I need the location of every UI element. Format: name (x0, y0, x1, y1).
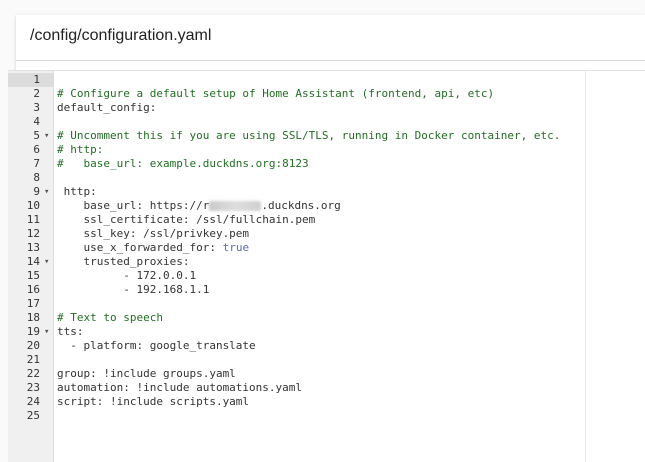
code-token: # Configure a default setup of Home Assi… (57, 87, 495, 100)
fold-toggle-icon[interactable]: ▾ (44, 255, 54, 269)
line-number: 15 (26, 269, 40, 282)
code-token: http: (57, 185, 97, 198)
code-line[interactable]: 18 # Text to speech (8, 311, 645, 325)
code-text: # http: (57, 143, 103, 157)
code-token: - 192.168.1.1 (57, 283, 210, 296)
code-token: # Text to speech (57, 311, 163, 324)
line-number: 17 (26, 297, 40, 310)
code-line[interactable]: 21 (8, 353, 645, 367)
code-line[interactable]: 1 (8, 73, 645, 87)
code-line[interactable]: 25 (8, 409, 645, 423)
line-number: 13 (26, 241, 40, 254)
fold-toggle-icon[interactable]: ▾ (44, 129, 54, 143)
line-number: 1 (33, 73, 40, 86)
line-number: 19 (26, 325, 40, 338)
code-text: - platform: google_translate (57, 339, 256, 353)
code-text: base_url: https://r .duckdns.org (57, 199, 341, 213)
code-token: tts: (57, 325, 84, 338)
code-token: - 172.0.0.1 (57, 269, 197, 282)
code-token: .duckdns.org (261, 199, 341, 212)
code-token: base_url: https://r (57, 199, 210, 212)
code-line[interactable]: 10 base_url: https://r .duckdns.org (8, 199, 645, 213)
line-number: 16 (26, 283, 40, 296)
code-token: # base_url: example.duckdns.org:8123 (57, 157, 309, 170)
line-number: 10 (26, 199, 40, 212)
code-line[interactable]: 11 ssl_certificate: /ssl/fullchain.pem (8, 213, 645, 227)
code-text: - 192.168.1.1 (57, 283, 209, 297)
code-text: ssl_certificate: /ssl/fullchain.pem (57, 213, 315, 227)
code-line[interactable]: 12 ssl_key: /ssl/privkey.pem (8, 227, 645, 241)
code-text: # Configure a default setup of Home Assi… (57, 87, 494, 101)
code-line[interactable]: 6 # http: (8, 143, 645, 157)
code-token: ssl_key: /ssl/privkey.pem (57, 227, 250, 240)
code-token: use_x_forwarded_for: (57, 241, 223, 254)
line-number: 25 (26, 409, 40, 422)
code-token: automation: !include automations.yaml (57, 381, 303, 394)
line-number: 21 (26, 353, 40, 366)
line-number: 11 (26, 213, 40, 226)
code-line[interactable]: 23 automation: !include automations.yaml (8, 381, 645, 395)
code-line[interactable]: 20 - platform: google_translate (8, 339, 645, 353)
line-number: 5 (33, 129, 40, 142)
line-number: 8 (33, 171, 40, 184)
code-line[interactable]: 22 group: !include groups.yaml (8, 367, 645, 381)
code-token: # Uncomment this if you are using SSL/TL… (57, 129, 561, 142)
fold-toggle-icon[interactable]: ▾ (44, 185, 54, 199)
code-line[interactable]: 3 default_config: (8, 101, 645, 115)
code-line[interactable]: 19 ▾ tts: (8, 325, 645, 339)
file-path-title: /config/configuration.yaml (30, 27, 212, 44)
code-text: use_x_forwarded_for: true (57, 241, 249, 255)
line-number: 14 (26, 255, 40, 268)
line-number: 4 (33, 115, 40, 128)
line-number: 9 (33, 185, 40, 198)
line-number: 23 (26, 381, 40, 394)
code-line[interactable]: 14 ▾ trusted_proxies: (8, 255, 645, 269)
code-token: default_config: (57, 101, 157, 114)
code-line[interactable]: 15 - 172.0.0.1 (8, 269, 645, 283)
editor-header: /config/configuration.yaml (16, 15, 645, 61)
code-line[interactable]: 24 script: !include scripts.yaml (8, 395, 645, 409)
code-text: ssl_key: /ssl/privkey.pem (57, 227, 249, 241)
code-token: trusted_proxies: (57, 255, 190, 268)
code-line[interactable]: 9 ▾ http: (8, 185, 645, 199)
code-text: default_config: (57, 101, 156, 115)
code-token: script: !include scripts.yaml (57, 395, 250, 408)
code-line[interactable]: 13 use_x_forwarded_for: true (8, 241, 645, 255)
line-number: 6 (33, 143, 40, 156)
code-line[interactable]: 7 # base_url: example.duckdns.org:8123 (8, 157, 645, 171)
code-line[interactable]: 2 # Configure a default setup of Home Ass… (8, 87, 645, 101)
code-editor[interactable]: 1 2 # Configure a default setup of Home As… (8, 70, 645, 462)
code-text: # Text to speech (57, 311, 163, 325)
code-line[interactable]: 8 (8, 171, 645, 185)
code-text: # base_url: example.duckdns.org:8123 (57, 157, 309, 171)
code-text: http: (57, 185, 97, 199)
line-number: 24 (26, 395, 40, 408)
line-number: 12 (26, 227, 40, 240)
line-number: 22 (26, 367, 40, 380)
code-line[interactable]: 17 (8, 297, 645, 311)
code-text: # Uncomment this if you are using SSL/TL… (57, 129, 560, 143)
code-text: - 172.0.0.1 (57, 269, 196, 283)
code-line[interactable]: 4 (8, 115, 645, 129)
code-text: automation: !include automations.yaml (57, 381, 302, 395)
code-text: tts: (57, 325, 84, 339)
code-token: true (222, 241, 250, 254)
line-number: 20 (26, 339, 40, 352)
line-number: 7 (33, 157, 40, 170)
code-token: # http: (57, 143, 104, 156)
code-text: script: !include scripts.yaml (57, 395, 249, 409)
code-token: ssl_certificate: /ssl/fullchain.pem (57, 213, 316, 226)
code-text: trusted_proxies: (57, 255, 189, 269)
code-line[interactable]: 5 ▾ # Uncomment this if you are using SSL/… (8, 129, 645, 143)
line-number: 18 (26, 311, 40, 324)
code-line[interactable]: 16 - 192.168.1.1 (8, 283, 645, 297)
redacted-text (209, 201, 262, 211)
code-token: group: !include groups.yaml (57, 367, 236, 380)
code-text: group: !include groups.yaml (57, 367, 236, 381)
line-number: 2 (33, 87, 40, 100)
fold-toggle-icon[interactable]: ▾ (44, 325, 54, 339)
line-number: 3 (33, 101, 40, 114)
code-token: - platform: google_translate (57, 339, 256, 352)
